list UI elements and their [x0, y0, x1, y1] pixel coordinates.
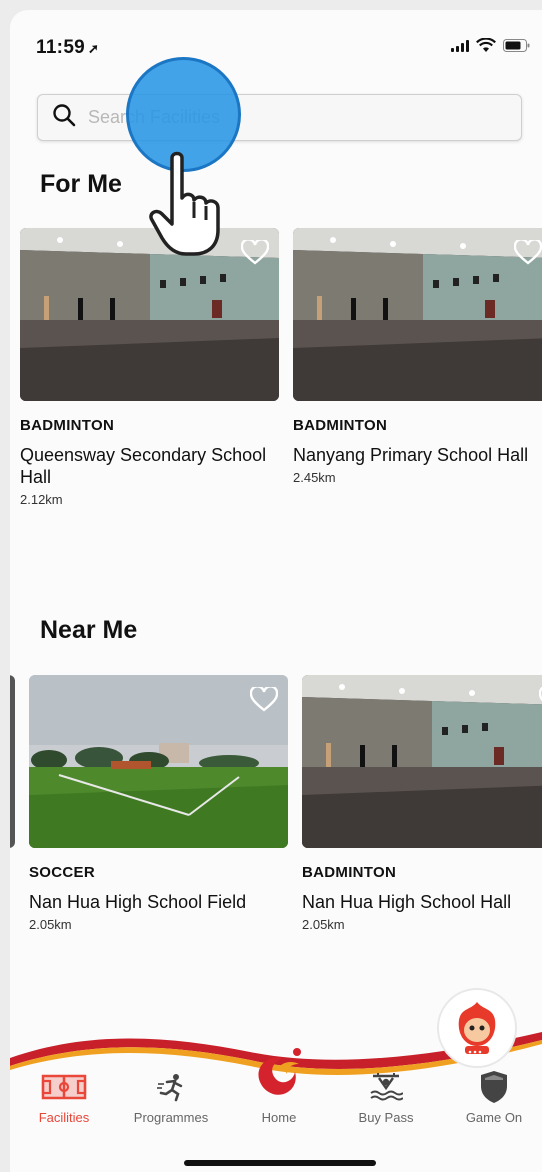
- favorite-heart-icon[interactable]: [250, 687, 278, 712]
- card-sport-label: BADMINTON: [293, 417, 388, 434]
- status-bar: 11:59 ➚: [10, 10, 542, 70]
- favorite-heart-icon[interactable]: [241, 240, 269, 265]
- facility-image: [29, 675, 288, 848]
- card-distance: 2.12km: [20, 492, 63, 507]
- nav-tab-game-on[interactable]: Game On: [444, 1070, 542, 1125]
- card-facility-name: Nanyang Primary School Hall: [293, 445, 529, 465]
- facilities-icon: [14, 1070, 114, 1104]
- search-bar[interactable]: [37, 94, 522, 141]
- card-facility-name: Nan Hua High School Field: [29, 892, 247, 912]
- facility-image: [10, 675, 15, 848]
- status-time: 11:59 ➚: [36, 37, 99, 59]
- section-title-for-me: For Me: [40, 170, 122, 198]
- nav-label-buy-pass: Buy Pass: [358, 1110, 414, 1125]
- nav-tab-facilities[interactable]: Facilities: [14, 1070, 114, 1125]
- tap-hand-icon: [149, 151, 220, 256]
- status-time-text: 11:59: [36, 37, 86, 58]
- app-screen: 11:59➚ For Me: [10, 10, 542, 1172]
- card-distance: 2.45km: [293, 470, 336, 485]
- runner-icon: [121, 1070, 221, 1104]
- status-icons: [451, 38, 530, 53]
- card-sport-label: SOCCER: [29, 864, 95, 881]
- card-facility-name: Nan Hua High School Hall: [302, 892, 512, 912]
- favorite-heart-icon[interactable]: [514, 240, 542, 265]
- section-title-near-me: Near Me: [40, 616, 138, 644]
- facility-card[interactable]: SOCCER Nan Hua High School Field 2.05km: [29, 675, 288, 932]
- cell-signal-icon: [451, 39, 469, 52]
- battery-icon: [503, 39, 530, 52]
- nav-tab-programmes[interactable]: Programmes: [121, 1070, 221, 1125]
- nav-tab-buy-pass[interactable]: Buy Pass: [336, 1070, 436, 1125]
- home-flame-icon: [229, 1040, 329, 1104]
- card-distance: 2.05km: [302, 917, 345, 932]
- facility-image: [293, 228, 542, 401]
- facility-card[interactable]: BADMINTON Queensway Secondary School Hal…: [20, 228, 279, 507]
- facility-image: [302, 675, 542, 848]
- nav-label-home: Home: [261, 1110, 297, 1125]
- shield-icon: [444, 1070, 542, 1104]
- nav-label-programmes: Programmes: [133, 1110, 209, 1125]
- location-arrow-icon: ➚: [88, 41, 100, 56]
- facility-card-partial[interactable]: [10, 675, 15, 848]
- bottom-navigation: Facilities Programmes Home Buy Pass Game…: [10, 988, 542, 1172]
- card-sport-label: BADMINTON: [20, 417, 115, 434]
- near-me-carousel[interactable]: SOCCER Nan Hua High School Field 2.05km: [10, 675, 542, 995]
- card-sport-label: BADMINTON: [302, 864, 397, 881]
- nav-label-game-on: Game On: [465, 1110, 523, 1125]
- mascot-icon: [458, 1002, 496, 1054]
- wifi-icon: [476, 38, 496, 53]
- swimmer-icon: [336, 1070, 436, 1104]
- for-me-carousel[interactable]: BADMINTON Queensway Secondary School Hal…: [10, 228, 542, 548]
- card-facility-name: Queensway Secondary School Hall: [20, 445, 267, 487]
- facility-card[interactable]: BADMINTON Nan Hua High School Hall 2.05k…: [302, 675, 542, 932]
- card-distance: 2.05km: [29, 917, 72, 932]
- mascot-chat-button[interactable]: [437, 988, 517, 1068]
- search-icon: [52, 103, 76, 132]
- nav-tab-home[interactable]: Home: [229, 1048, 329, 1125]
- nav-label-facilities: Facilities: [38, 1110, 90, 1125]
- home-indicator: [184, 1160, 376, 1166]
- facility-card[interactable]: BADMINTON Nanyang Primary School Hall 2.…: [293, 228, 542, 485]
